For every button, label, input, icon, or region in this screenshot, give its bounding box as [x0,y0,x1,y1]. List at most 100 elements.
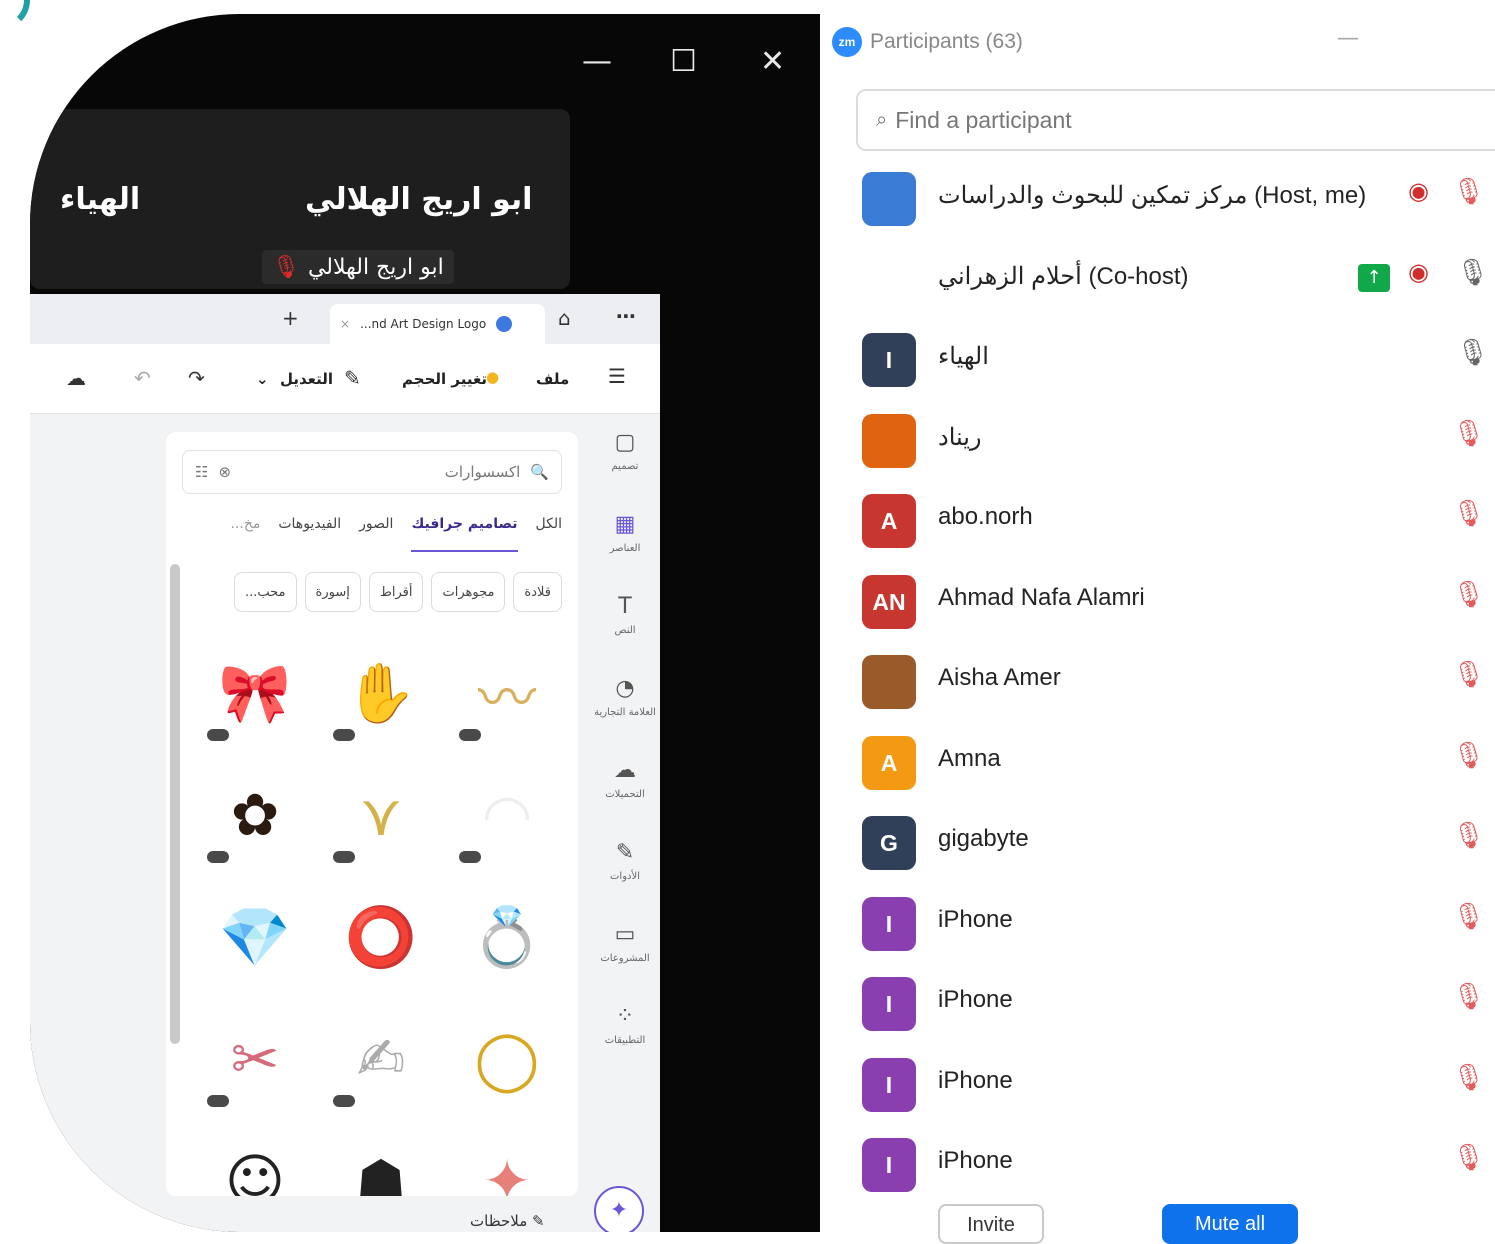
participant-row[interactable]: Ggigabyte 🎙 [822,803,1495,883]
filter-icon[interactable]: ☷ [195,463,208,481]
invite-button[interactable]: Invite [938,1204,1044,1244]
tab-close-icon[interactable]: × [340,317,350,331]
redo-icon[interactable]: ↷ [188,366,205,390]
new-tab-icon[interactable]: + [282,306,299,330]
participant-row[interactable]: IiPhone 🎙 [822,1045,1495,1125]
avatar: I [862,977,916,1031]
tab-all[interactable]: الكل [536,516,563,552]
elements-icon: ▦ [614,512,636,537]
grid-item[interactable]: ☺ [196,1120,314,1196]
file-menu[interactable]: ملف [536,370,569,388]
mic-muted-icon[interactable]: 🎙 [1452,1143,1485,1173]
participant-row[interactable]: AN Ahmad Nafa Alamri 🎙 [822,562,1495,642]
maximize-icon[interactable]: ☐ [670,44,697,79]
browser-tab[interactable]: × ...nd Art Design Logo [330,304,545,344]
search-query: اكسسوارات [444,463,521,481]
mic-muted-icon[interactable]: 🎙 [1452,1063,1485,1093]
grid-item[interactable]: ⭕ [322,876,440,998]
minimize-icon[interactable]: — [1337,26,1359,51]
close-icon[interactable]: ✕ [760,44,785,79]
participant-row[interactable]: IiPhone 🎙 [822,1125,1495,1205]
rail-item-brand[interactable]: ◔ العلامة التجارية [590,676,660,718]
participant-row[interactable]: A Amna 🎙 [822,723,1495,803]
participant-row[interactable]: ريناد 🎙 [822,401,1495,481]
grid-item[interactable]: ✿ [196,754,314,876]
grid-item[interactable]: ✍ [322,998,440,1120]
grid-item[interactable]: 💎 [196,876,314,998]
more-icon[interactable]: ⋯ [616,304,636,328]
mic-muted-icon[interactable]: 🎙 [1452,821,1485,851]
rail-item-design[interactable]: ▢ تصميم [590,430,660,472]
share-screen-icon[interactable]: ↑ [1358,263,1390,292]
rail-item-apps[interactable]: ⁘ التطبيقات [590,1004,660,1046]
tab-more[interactable]: مخ... [230,516,260,552]
mic-muted-icon[interactable]: 🎙 [1452,660,1485,690]
participant-row[interactable]: مركز تمكين للبحوث والدراسات (Host, me) ◉ 🎙 [822,159,1495,239]
rail-item-elements[interactable]: ▦ العناصر [590,512,660,554]
participant-row[interactable]: IiPhone 🎙 [822,964,1495,1044]
pencil-icon: ✎ [344,366,361,390]
elements-search-input[interactable]: 🔍 اكسسوارات ⊗ ☷ [182,450,562,494]
participant-search-input[interactable]: ⌕ Find a participant [856,89,1495,151]
rail-item-uploads[interactable]: ☁ التحميلات [590,758,660,800]
premium-badge-icon [456,726,484,744]
mic-icon[interactable]: 🎙 [1456,258,1489,288]
chip-bracelet[interactable]: إسورة [304,572,361,612]
panel-scrollbar[interactable] [170,564,180,1044]
mic-icon[interactable]: 🎙 [1456,338,1489,368]
video-tile-label: 🎙 ابو اريج الهلالي [262,250,454,284]
participant-name: ريناد [938,423,982,451]
grid-item[interactable]: ✂ [196,998,314,1120]
grid-item[interactable]: 💍 [448,876,566,998]
participant-row[interactable]: IiPhone 🎙 [822,884,1495,964]
edit-menu[interactable]: التعديل [280,370,333,388]
participant-row[interactable]: Aabo.norh 🎙 [822,481,1495,561]
grid-item[interactable]: ⋎ [322,754,440,876]
rail-item-tools[interactable]: ✎ الأدوات [590,840,660,882]
mic-muted-icon[interactable]: 🎙 [1452,580,1485,610]
mic-muted-icon[interactable]: 🎙 [1452,177,1485,207]
participant-name: أحلام الزهراني (Co-host) [938,262,1189,290]
premium-badge-icon [330,848,358,866]
grid-item[interactable]: ◠ [448,754,566,876]
chip-more[interactable]: محب... [233,572,297,612]
rail-item-text[interactable]: T النص [590,594,660,636]
clear-icon[interactable]: ⊗ [218,463,231,481]
chip-necklace[interactable]: قلادة [513,572,562,612]
text-icon: T [618,594,632,619]
tab-photos[interactable]: الصور [359,516,393,552]
grid-item[interactable]: ✋ [322,632,440,754]
participant-row[interactable]: I الهياء 🎙 [822,320,1495,400]
home-icon[interactable]: ⌂ [558,306,571,330]
minimize-icon[interactable]: — [582,44,612,79]
mic-muted-icon[interactable]: 🎙 [1452,902,1485,932]
participant-row[interactable]: Aisha Amer 🎙 [822,642,1495,722]
mic-muted-icon[interactable]: 🎙 [1452,982,1485,1012]
chip-earrings[interactable]: أقراط [368,572,424,612]
tab-videos[interactable]: الفيديوهات [278,516,341,552]
resize-menu[interactable]: تغيير الحجم [402,370,487,388]
grid-item[interactable]: ✦ [448,1120,566,1196]
cloud-sync-icon[interactable]: ☁ [66,366,86,390]
magic-assistant-icon[interactable]: ✦ [594,1186,644,1232]
grid-item[interactable]: ◯ [448,998,566,1120]
hamburger-menu-icon[interactable]: ☰ [608,364,626,388]
recording-icon[interactable]: ◉ [1408,177,1429,205]
mic-muted-icon[interactable]: 🎙 [1452,419,1485,449]
grid-item[interactable]: 🎀 [196,632,314,754]
chip-jewelry[interactable]: مجوهرات [431,572,506,612]
mic-muted-icon[interactable]: 🎙 [1452,741,1485,771]
folder-icon: ▭ [614,922,636,947]
tab-graphics[interactable]: تصاميم جرافيك [411,516,518,552]
grid-item[interactable]: 〰 [448,632,566,754]
edit-dropdown-chevron-icon[interactable]: ⌄ [256,370,269,388]
grid-item[interactable]: ☗ [322,1120,440,1196]
mute-all-button[interactable]: Mute all [1162,1204,1298,1244]
undo-icon[interactable]: ↶ [134,366,151,390]
participant-row[interactable]: أحلام الزهراني (Co-host) ↑ ◉ 🎙 [822,240,1495,320]
rail-item-projects[interactable]: ▭ المشروعات [590,922,660,964]
mic-muted-icon[interactable]: 🎙 [1452,499,1485,529]
avatar [862,413,916,468]
notes-button[interactable]: ملاحظات ✎ [470,1212,545,1230]
recording-icon[interactable]: ◉ [1408,258,1429,286]
